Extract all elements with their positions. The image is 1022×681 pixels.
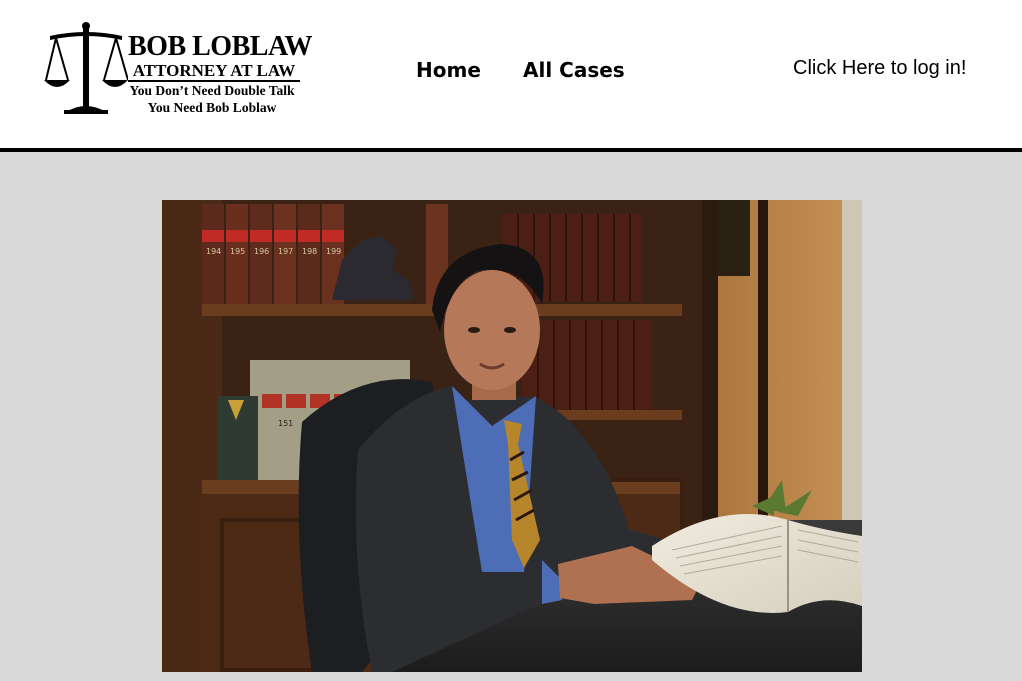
scales-of-justice-icon	[44, 22, 128, 114]
book-spine-number: 194	[206, 247, 221, 256]
nav-home-link[interactable]: Home	[416, 58, 481, 82]
login-link[interactable]: Click Here to log in!	[793, 57, 966, 80]
book-spine-number: 198	[302, 247, 317, 256]
site-header: BOB LOBLAW ATTORNEY AT LAW You Don’t Nee…	[0, 0, 1022, 152]
logo-subtitle: ATTORNEY AT LAW	[128, 62, 300, 82]
site-logo[interactable]: BOB LOBLAW ATTORNEY AT LAW You Don’t Nee…	[44, 20, 313, 118]
nav-all-cases-link[interactable]: All Cases	[523, 58, 625, 82]
hero-image: 194 195 196 197 198 199 151	[162, 200, 862, 672]
book-spine-number: 151	[278, 419, 293, 428]
logo-title: BOB LOBLAW	[128, 31, 313, 62]
book-spine-number: 196	[254, 247, 269, 256]
book-spine-number: 195	[230, 247, 245, 256]
man-face	[444, 270, 540, 390]
book-spine-number: 199	[326, 247, 341, 256]
book-spine-number: 197	[278, 247, 293, 256]
logo-tagline-2: You Need Bob Loblaw	[147, 100, 277, 115]
wall-frame	[718, 200, 750, 276]
logo-tagline-1: You Don’t Need Double Talk	[129, 83, 295, 98]
